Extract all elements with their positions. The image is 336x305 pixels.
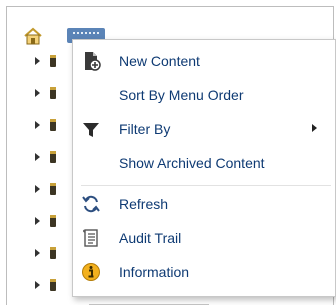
refresh-icon xyxy=(82,195,100,213)
tree-row[interactable] xyxy=(35,118,65,132)
information-icon xyxy=(82,263,100,281)
tree-row[interactable] xyxy=(35,246,65,260)
new-content-icon xyxy=(85,52,101,71)
expand-arrow-icon[interactable] xyxy=(35,121,40,129)
filter-icon xyxy=(83,123,99,137)
menu-item-label: Show Archived Content xyxy=(119,155,265,171)
submenu-arrow-icon xyxy=(312,124,317,132)
expand-arrow-icon[interactable] xyxy=(35,249,40,257)
tree-row[interactable] xyxy=(35,54,65,68)
expand-arrow-icon[interactable] xyxy=(35,217,40,225)
menu-item-label: Information xyxy=(119,264,190,280)
tree-row[interactable] xyxy=(35,214,65,228)
menu-separator xyxy=(81,185,331,186)
menu-item-filter-by[interactable]: Filter By xyxy=(73,112,335,145)
folder-icon xyxy=(50,247,56,259)
menu-item-label: New Content xyxy=(119,53,200,69)
menu-item-label: Filter By xyxy=(119,121,171,137)
menu-item-refresh[interactable]: Refresh xyxy=(73,187,335,220)
expand-arrow-icon[interactable] xyxy=(35,89,40,97)
folder-icon xyxy=(50,279,56,291)
context-menu: New Content Sort By Menu Order Filter By… xyxy=(72,39,336,297)
folder-icon xyxy=(50,215,56,227)
menu-item-label: Sort By Menu Order xyxy=(119,87,244,103)
folder-icon xyxy=(50,151,56,163)
expand-arrow-icon[interactable] xyxy=(35,185,40,193)
expand-arrow-icon[interactable] xyxy=(35,57,40,65)
tree-row[interactable] xyxy=(35,86,65,100)
home-icon[interactable] xyxy=(23,27,43,45)
menu-item-audit-trail[interactable]: Audit Trail xyxy=(73,221,335,254)
menu-item-information[interactable]: Information xyxy=(73,255,335,288)
folder-icon xyxy=(50,87,56,99)
tree-row[interactable] xyxy=(35,182,65,196)
menu-item-show-archived-content[interactable]: Show Archived Content xyxy=(73,146,335,179)
tree-row[interactable] xyxy=(35,150,65,164)
tree-row[interactable] xyxy=(35,278,65,292)
folder-icon xyxy=(50,55,56,67)
audit-trail-icon xyxy=(83,229,98,247)
folder-icon xyxy=(50,119,56,131)
menu-item-new-content[interactable]: New Content xyxy=(73,44,335,77)
folder-icon xyxy=(50,183,56,195)
expand-arrow-icon[interactable] xyxy=(35,281,40,289)
menu-item-sort-by-menu-order[interactable]: Sort By Menu Order xyxy=(73,78,335,111)
menu-item-label: Audit Trail xyxy=(119,230,182,246)
menu-item-label: Refresh xyxy=(119,196,169,212)
expand-arrow-icon[interactable] xyxy=(35,153,40,161)
